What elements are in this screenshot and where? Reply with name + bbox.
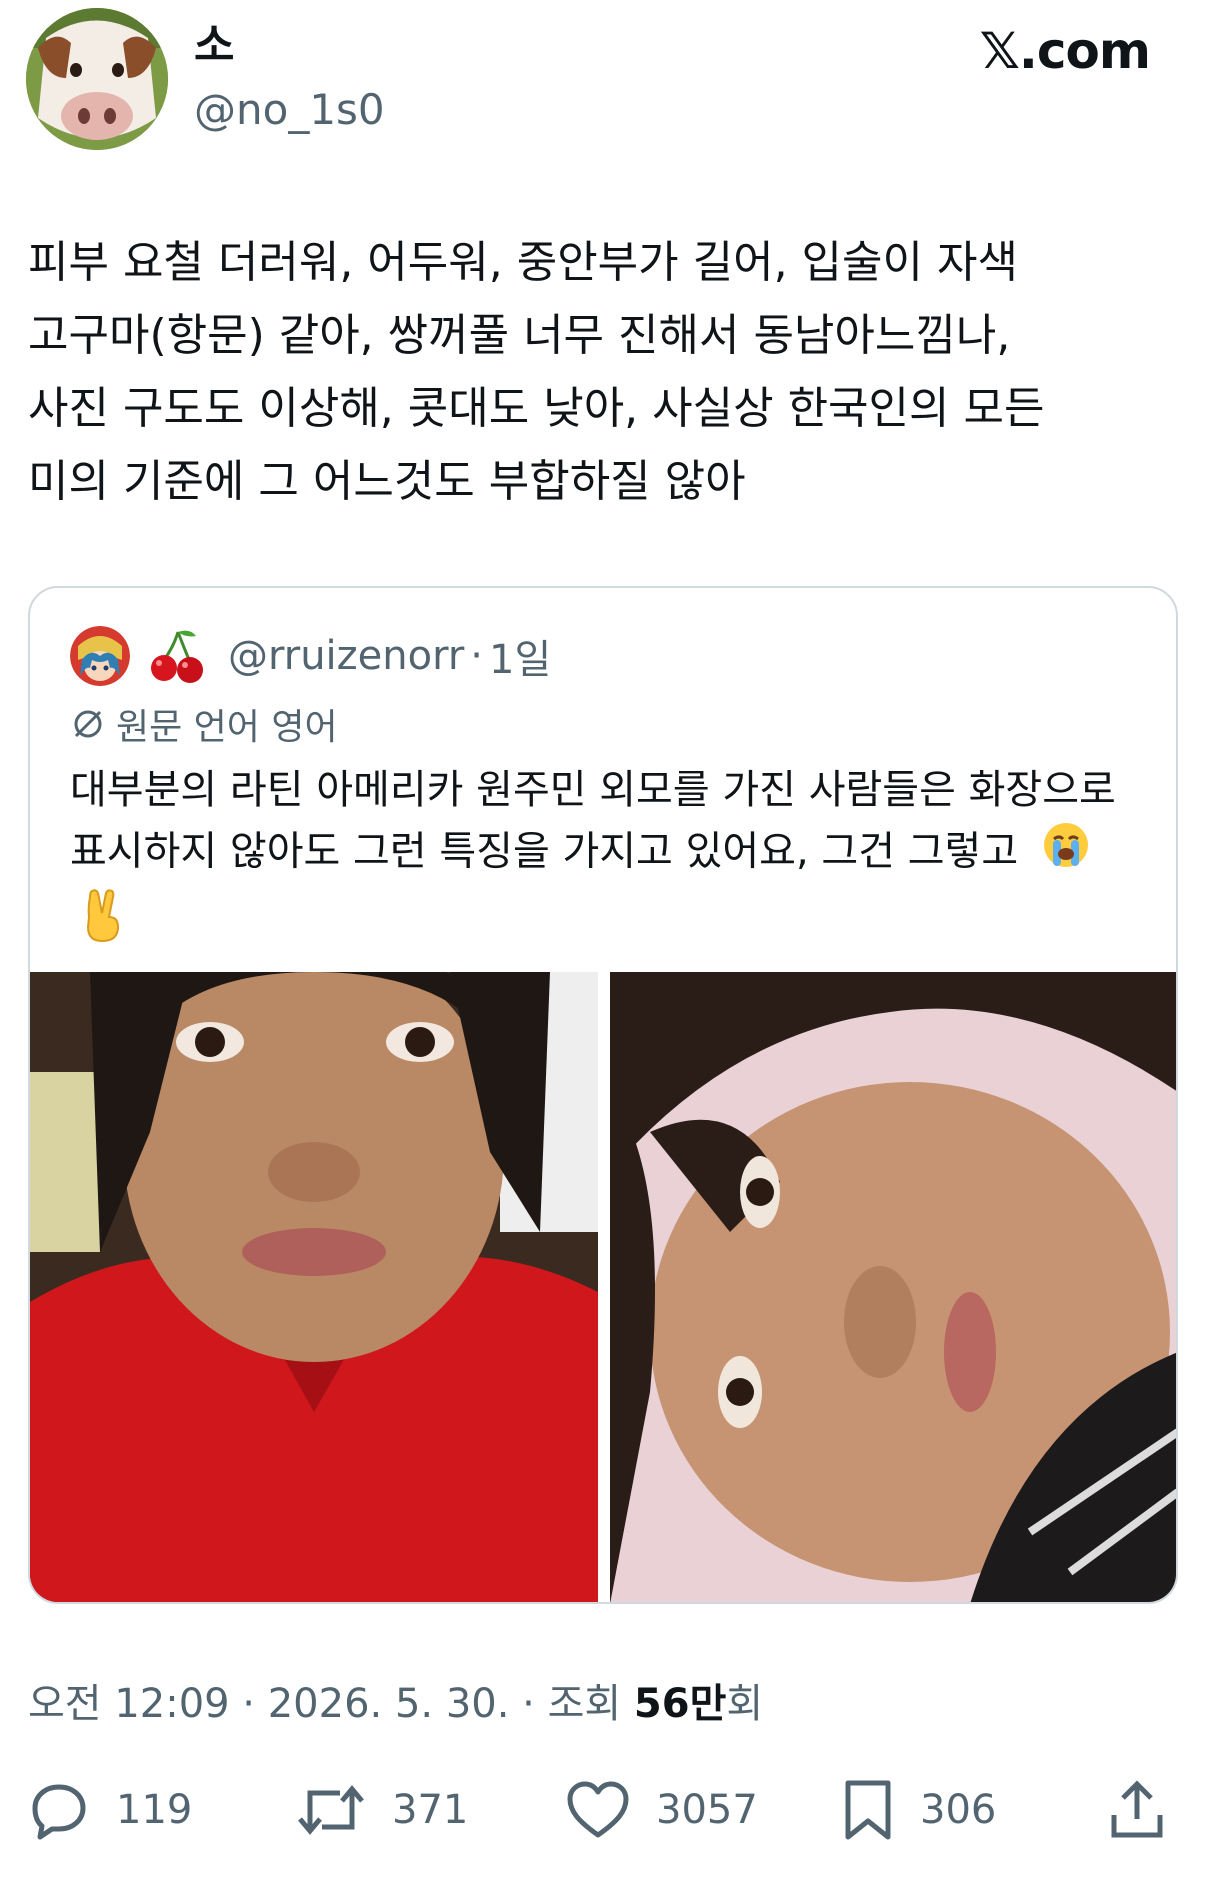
view-count: 56만 xyxy=(633,1681,727,1727)
repost-icon xyxy=(298,1785,364,1835)
author-avatar[interactable] xyxy=(26,8,168,150)
author-handle[interactable]: @no_1s0 xyxy=(194,82,385,138)
share-button[interactable] xyxy=(1108,1770,1166,1850)
anime-avatar-image xyxy=(70,626,130,686)
tweet-meta: 오전 12:09 · 2026. 5. 30. · 조회 56만회 xyxy=(28,1676,763,1732)
bookmark-icon xyxy=(845,1780,891,1840)
translate-row[interactable]: 원문 언어 영어 xyxy=(70,696,338,752)
translate-icon xyxy=(74,710,102,738)
like-count: 3057 xyxy=(656,1787,758,1833)
reply-button[interactable]: 119 xyxy=(28,1770,192,1850)
heart-icon xyxy=(567,1781,629,1838)
quote-header: @rruizenorr · 1일 xyxy=(70,624,551,688)
quote-text-body: 대부분의 라틴 아메리카 원주민 외모를 가진 사람들은 화장으로 표시하지 않… xyxy=(70,767,1116,875)
quote-time[interactable]: 1일 xyxy=(489,627,551,685)
victory-hand-icon xyxy=(80,887,126,960)
quote-text: 대부분의 라틴 아메리카 원주민 외모를 가진 사람들은 화장으로 표시하지 않… xyxy=(70,760,1140,960)
loudly-crying-face-icon xyxy=(1041,820,1091,887)
like-button[interactable]: 3057 xyxy=(566,1770,758,1850)
bookmark-button[interactable]: 306 xyxy=(842,1770,996,1850)
cow-avatar-image xyxy=(26,8,168,150)
quote-separator: · xyxy=(470,633,483,679)
reply-count: 119 xyxy=(116,1787,193,1833)
share-icon xyxy=(1111,1780,1163,1838)
tweet-text: 피부 요철 더러워, 어두워, 중안부가 길어, 입술이 자색 고구마(항문) … xyxy=(28,237,1045,507)
author-display-name[interactable]: 소 xyxy=(194,18,234,74)
selfie-photo-image xyxy=(610,972,1176,1602)
site-label: 𝕏.com xyxy=(979,22,1151,80)
repost-button[interactable]: 371 xyxy=(296,1770,468,1850)
selfie-photo-image xyxy=(30,972,598,1602)
view-count-suffix: 회 xyxy=(726,1681,764,1727)
quote-author-handle[interactable]: @rruizenorr xyxy=(228,633,464,679)
quote-photo-2[interactable] xyxy=(610,972,1176,1602)
cherries-icon xyxy=(148,626,208,686)
translate-label: 원문 언어 영어 xyxy=(116,707,338,748)
action-bar: 119 371 3057 306 xyxy=(0,1770,1206,1850)
tweet-header: 소 @no_1s0 𝕏.com xyxy=(0,0,1206,160)
quote-photo-1[interactable] xyxy=(30,972,598,1602)
tweet-timestamp[interactable]: 오전 12:09 · 2026. 5. 30. · 조회 xyxy=(28,1681,634,1727)
reply-icon xyxy=(32,1784,86,1840)
quote-author-avatar[interactable] xyxy=(70,626,130,686)
quoted-tweet-card[interactable]: @rruizenorr · 1일 원문 언어 영어 대부분의 라틴 아메리카 원… xyxy=(28,586,1178,1604)
bookmark-count: 306 xyxy=(920,1787,997,1833)
repost-count: 371 xyxy=(392,1787,469,1833)
